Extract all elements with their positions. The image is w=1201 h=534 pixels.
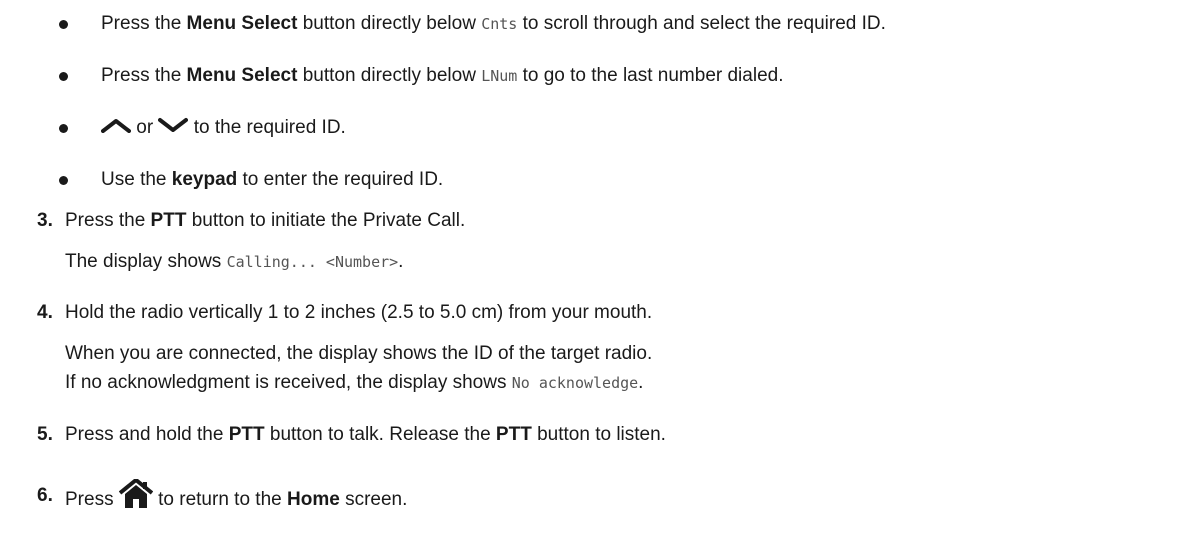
code-text: Cnts (481, 15, 518, 33)
step-number: 3. (37, 210, 53, 231)
step-number: 4. (37, 302, 53, 323)
text: Press the (65, 210, 151, 231)
text: . (398, 251, 404, 272)
step-note: When you are connected, the display show… (65, 343, 653, 364)
bold-text: keypad (171, 169, 238, 190)
bullet-dot (59, 124, 68, 133)
home-icon (118, 477, 154, 521)
code-text: No acknowledge (511, 374, 639, 392)
bullet-dot (59, 20, 68, 29)
text: button to talk. Release the (264, 424, 496, 445)
text: Press the (101, 65, 187, 86)
bullet-item: Press the Menu Select button directly be… (101, 64, 783, 88)
text: The display shows (65, 251, 227, 272)
text: to go to the last number dialed. (517, 65, 784, 86)
step-note: If no acknowledgment is received, the di… (65, 371, 643, 395)
bullet-item: or to the required ID. (101, 116, 346, 140)
step-note: The display shows Calling... <Number>. (65, 250, 403, 274)
text: Press (65, 489, 119, 511)
bold-text: PTT (150, 210, 187, 231)
step-text: Press and hold the PTT button to talk. R… (65, 423, 666, 447)
text: screen. (339, 489, 408, 511)
code-text: LNum (481, 67, 518, 85)
step-text: Press to return to the Home screen. (65, 477, 408, 521)
code-text: Calling... <Number> (226, 253, 399, 271)
text: If no acknowledgment is received, the di… (65, 372, 512, 393)
text: Press the (101, 13, 187, 34)
text: . (638, 372, 644, 393)
text: to return to the (152, 489, 287, 511)
text: or (131, 117, 159, 139)
bullet-item: Press the Menu Select button directly be… (101, 12, 886, 36)
bullet-dot (59, 176, 68, 185)
bold-text: PTT (228, 424, 265, 445)
step-text: Hold the radio vertically 1 to 2 inches … (65, 302, 653, 323)
step-text: Press the PTT button to initiate the Pri… (65, 209, 465, 233)
text: to the required ID. (188, 117, 346, 139)
bold-text: PTT (495, 424, 532, 445)
text: button to initiate the Private Call. (186, 210, 466, 231)
text: Use the (101, 169, 172, 190)
step-number: 6. (37, 485, 53, 506)
text: to enter the required ID. (237, 169, 444, 190)
text: Press and hold the (65, 424, 229, 445)
bold-text: Home (287, 489, 340, 511)
bullet-item: Use the keypad to enter the required ID. (101, 168, 443, 192)
chevron-up-icon (101, 116, 131, 140)
text: to scroll through and select the require… (517, 13, 886, 34)
bold-text: Menu Select (186, 65, 298, 86)
bold-text: Menu Select (186, 13, 298, 34)
text: button directly below (297, 13, 482, 34)
bullet-dot (59, 72, 68, 81)
text: button directly below (297, 65, 482, 86)
chevron-down-icon (158, 116, 189, 140)
text: button to listen. (531, 424, 666, 445)
step-number: 5. (37, 424, 53, 445)
